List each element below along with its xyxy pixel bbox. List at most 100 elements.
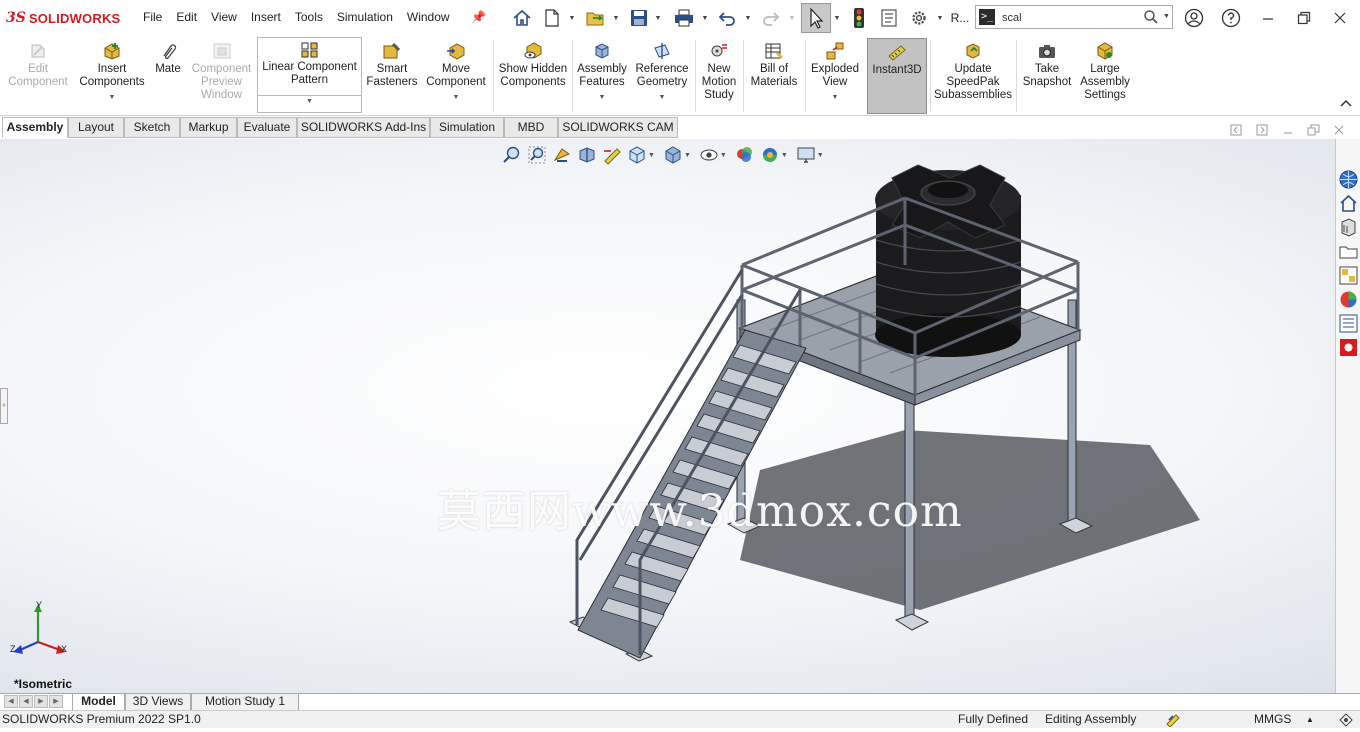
apply-scene-dropdown-icon[interactable]: ▼: [781, 152, 788, 159]
open-dropdown-icon[interactable]: ▼: [612, 6, 620, 30]
assembly-features-button[interactable]: Assembly Features ▼: [575, 38, 629, 114]
help-icon[interactable]: [1221, 8, 1241, 28]
options-gear-icon[interactable]: [908, 6, 930, 30]
assembly-features-dropdown-icon[interactable]: ▼: [575, 91, 629, 104]
mate-button[interactable]: Mate: [150, 38, 186, 114]
smart-fasteners-button[interactable]: Smart Fasteners: [364, 38, 420, 114]
hide-show-items-eye-icon[interactable]: [699, 145, 719, 165]
menu-window[interactable]: Window: [400, 10, 457, 24]
take-snapshot-button[interactable]: Take Snapshot: [1019, 38, 1075, 114]
hide-show-dropdown-icon[interactable]: ▼: [720, 152, 727, 159]
edit-component-button[interactable]: Edit Component: [2, 38, 74, 114]
tab-motion-study-1[interactable]: Motion Study 1: [191, 694, 299, 710]
linear-component-pattern-button[interactable]: Linear Component Pattern ▼: [257, 37, 362, 113]
insert-components-button[interactable]: Insert Components ▼: [76, 38, 148, 114]
display-style-icon[interactable]: [663, 145, 683, 165]
tab-3d-views[interactable]: 3D Views: [125, 694, 191, 710]
insert-components-dropdown-icon[interactable]: ▼: [76, 91, 148, 104]
undo-dropdown-icon[interactable]: ▼: [744, 6, 752, 30]
save-icon[interactable]: [628, 6, 650, 30]
view-palette-folder-icon[interactable]: [1338, 241, 1359, 262]
tile-right-icon[interactable]: [1256, 124, 1268, 139]
close-icon[interactable]: [1330, 8, 1350, 28]
appearances-scenes-icon[interactable]: [1338, 289, 1359, 310]
view-palette-icon[interactable]: [1338, 265, 1359, 286]
view-orientation-icon[interactable]: [627, 145, 647, 165]
file-properties-icon[interactable]: [878, 6, 900, 30]
exploded-view-dropdown-icon[interactable]: ▼: [808, 91, 862, 104]
zoom-to-fit-icon[interactable]: [502, 145, 522, 165]
tab-solidworks-add-ins[interactable]: SOLIDWORKS Add-Ins: [297, 117, 430, 138]
show-hidden-components-button[interactable]: Show Hidden Components: [496, 38, 570, 114]
feature-manager-expand-handle[interactable]: »: [0, 388, 8, 424]
reference-geometry-dropdown-icon[interactable]: ▼: [631, 91, 693, 104]
last-tab-arrow-icon[interactable]: ▶: [49, 695, 63, 708]
move-component-dropdown-icon[interactable]: ▼: [422, 91, 490, 104]
bill-of-materials-button[interactable]: Bill of Materials: [746, 38, 802, 114]
zoom-to-area-icon[interactable]: [527, 145, 547, 165]
doc-restore-icon[interactable]: [1307, 124, 1321, 139]
design-library-home-icon[interactable]: [1338, 193, 1359, 214]
tab-markup[interactable]: Markup: [180, 117, 237, 138]
dynamic-annotation-icon[interactable]: [602, 145, 622, 165]
tab-sketch[interactable]: Sketch: [124, 117, 180, 138]
select-dropdown-icon[interactable]: ▼: [833, 6, 841, 30]
restore-icon[interactable]: [1294, 8, 1314, 28]
update-speedpak-button[interactable]: Update SpeedPak Subassemblies: [933, 38, 1013, 114]
graphics-area[interactable]: 莫西网www.3dmox.com: [0, 139, 1335, 694]
recent-search-label[interactable]: R...: [950, 6, 970, 30]
prev-tab-arrow-icon[interactable]: ◀: [19, 695, 33, 708]
doc-close-icon[interactable]: [1333, 124, 1345, 139]
menu-view[interactable]: View: [204, 10, 244, 24]
reference-geometry-button[interactable]: Reference Geometry ▼: [631, 38, 693, 114]
command-search-box[interactable]: >_ ▼: [975, 5, 1173, 29]
rebuild-traffic-light-icon[interactable]: [850, 6, 868, 30]
exploded-view-button[interactable]: Exploded View ▼: [808, 38, 862, 114]
view-settings-dropdown-icon[interactable]: ▼: [817, 152, 824, 159]
search-input[interactable]: [1002, 9, 1142, 26]
home-icon[interactable]: [511, 6, 533, 30]
section-view-icon[interactable]: [577, 145, 597, 165]
open-document-icon[interactable]: [584, 6, 608, 30]
tab-simulation[interactable]: Simulation: [430, 117, 504, 138]
redo-icon[interactable]: [760, 6, 782, 30]
new-dropdown-icon[interactable]: ▼: [568, 6, 576, 30]
first-tab-arrow-icon[interactable]: ◀: [4, 695, 18, 708]
tile-left-icon[interactable]: [1230, 124, 1242, 139]
view-orientation-dropdown-icon[interactable]: ▼: [648, 152, 655, 159]
minimize-icon[interactable]: [1258, 8, 1278, 28]
print-icon[interactable]: [672, 6, 696, 30]
search-dropdown-icon[interactable]: ▼: [1163, 13, 1170, 20]
search-icon[interactable]: [1143, 9, 1159, 28]
instant3d-button[interactable]: Instant3D: [867, 38, 927, 114]
redo-dropdown-icon[interactable]: ▼: [788, 6, 796, 30]
units-dropdown-icon[interactable]: ▲: [1306, 711, 1314, 728]
select-button[interactable]: [801, 3, 831, 33]
pin-menu-icon[interactable]: 📌: [471, 10, 486, 24]
tab-solidworks-cam[interactable]: SOLIDWORKS CAM: [558, 117, 678, 138]
menu-tools[interactable]: Tools: [288, 10, 330, 24]
doc-minimize-icon[interactable]: [1282, 124, 1294, 139]
menu-insert[interactable]: Insert: [244, 10, 288, 24]
new-document-icon[interactable]: [541, 6, 563, 30]
next-tab-arrow-icon[interactable]: ▶: [34, 695, 48, 708]
tab-layout[interactable]: Layout: [68, 117, 124, 138]
collapse-ribbon-chevron-icon[interactable]: [1340, 97, 1352, 111]
solidworks-resources-globe-icon[interactable]: [1338, 169, 1359, 190]
menu-file[interactable]: File: [136, 10, 169, 24]
custom-properties-icon[interactable]: [1338, 313, 1359, 334]
component-preview-window-button[interactable]: Component Preview Window: [188, 38, 255, 114]
tab-model[interactable]: Model: [72, 694, 125, 710]
units-system-text[interactable]: MMGS: [1254, 711, 1291, 728]
undo-icon[interactable]: [716, 6, 738, 30]
menu-simulation[interactable]: Simulation: [330, 10, 400, 24]
previous-view-icon[interactable]: [552, 145, 572, 165]
new-motion-study-button[interactable]: New Motion Study: [698, 38, 740, 114]
apply-scene-icon[interactable]: [760, 145, 780, 165]
options-dropdown-icon[interactable]: ▼: [936, 6, 944, 30]
solidworks-forum-icon[interactable]: [1338, 337, 1359, 358]
edit-appearance-icon[interactable]: [735, 145, 755, 165]
tab-mbd[interactable]: MBD: [504, 117, 558, 138]
large-assembly-settings-button[interactable]: Large Assembly Settings: [1077, 38, 1133, 114]
account-icon[interactable]: [1184, 8, 1204, 28]
